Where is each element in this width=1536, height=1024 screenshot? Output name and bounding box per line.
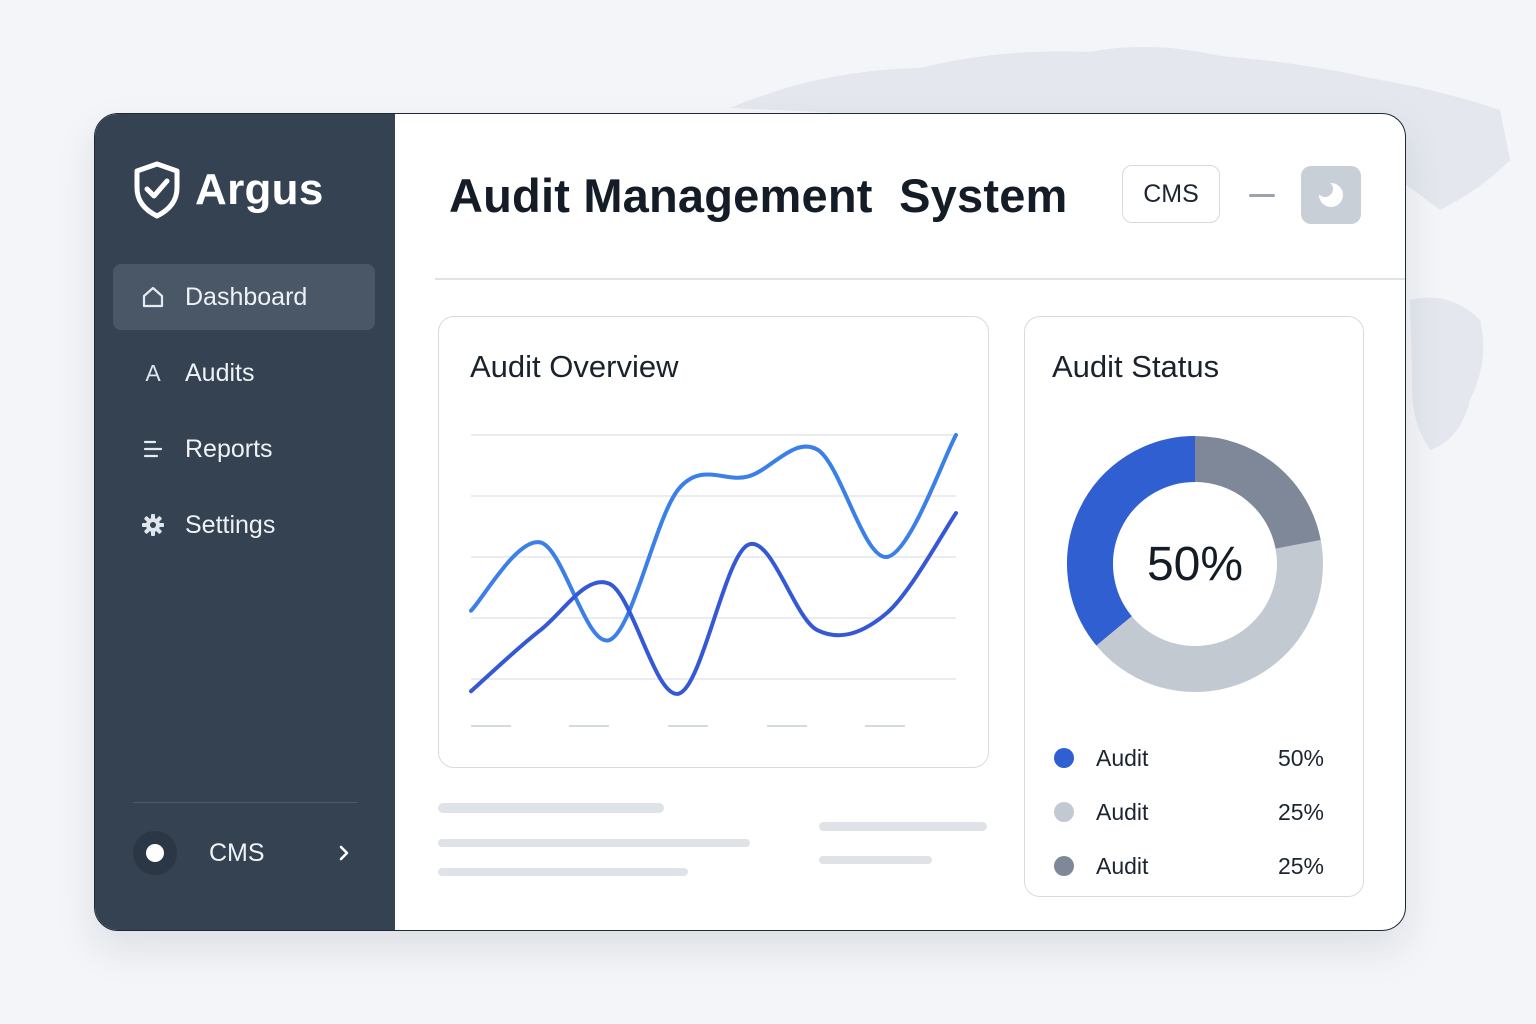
legend-value: 25% bbox=[1277, 798, 1324, 825]
sidebar-divider bbox=[133, 802, 357, 803]
legend-item: Audit 50% bbox=[1054, 731, 1324, 785]
sidebar-item-label: Settings bbox=[185, 510, 276, 539]
legend-item: Audit 25% bbox=[1054, 839, 1324, 893]
app-window: Argus Dashboard A Audits Reports Setting… bbox=[94, 113, 1406, 931]
audit-overview-line-chart bbox=[469, 433, 958, 727]
sidebar-item-reports[interactable]: Reports bbox=[113, 416, 375, 482]
sidebar-item-label: Dashboard bbox=[185, 282, 308, 311]
audit-status-card: Audit Status 50% Audit 50% Audit 25% Aud… bbox=[1024, 316, 1364, 897]
sidebar-item-dashboard[interactable]: Dashboard bbox=[113, 264, 375, 330]
placeholder-line bbox=[438, 839, 750, 847]
audit-status-title: Audit Status bbox=[1052, 349, 1220, 384]
sidebar: Argus Dashboard A Audits Reports Setting… bbox=[95, 114, 395, 930]
brand: Argus bbox=[133, 158, 324, 222]
legend-label: Audit bbox=[1096, 798, 1149, 825]
donut-segment bbox=[1194, 436, 1321, 550]
placeholder-line bbox=[438, 803, 664, 813]
sidebar-nav: Dashboard A Audits Reports Settings bbox=[113, 264, 375, 568]
legend-label: Audit bbox=[1096, 744, 1149, 771]
donut-center-label: 50% bbox=[1147, 538, 1243, 591]
gear-icon bbox=[141, 513, 165, 537]
legend-swatch bbox=[1054, 748, 1074, 768]
legend-item: Audit 25% bbox=[1054, 785, 1324, 839]
legend-swatch bbox=[1054, 802, 1074, 822]
sidebar-item-audits[interactable]: A Audits bbox=[113, 340, 375, 406]
header-divider bbox=[435, 278, 1405, 280]
audit-overview-card: Audit Overview bbox=[438, 316, 989, 768]
page-title: Audit Management System bbox=[449, 169, 1068, 222]
audits-letter-icon: A bbox=[141, 359, 165, 386]
list-icon bbox=[141, 437, 165, 461]
shield-check-icon bbox=[134, 161, 180, 219]
moon-icon bbox=[1317, 181, 1343, 207]
cms-switcher[interactable]: CMS bbox=[133, 830, 357, 876]
placeholder-line bbox=[819, 822, 987, 831]
placeholder-line bbox=[819, 856, 932, 864]
series-line bbox=[469, 511, 958, 696]
main-content: Audit Management System CMS Audit Overvi… bbox=[395, 114, 1405, 930]
cms-chip-button[interactable]: CMS bbox=[1122, 165, 1220, 223]
legend-swatch bbox=[1054, 856, 1074, 876]
status-legend: Audit 50% Audit 25% Audit 25% bbox=[1054, 731, 1324, 893]
audits-icon-glyph: A bbox=[145, 359, 161, 386]
brand-name: Argus bbox=[195, 165, 324, 214]
status-dot-icon bbox=[133, 831, 177, 875]
placeholder-line bbox=[438, 868, 688, 876]
sidebar-item-settings[interactable]: Settings bbox=[113, 492, 375, 558]
series-line bbox=[469, 433, 958, 643]
home-icon bbox=[141, 285, 165, 309]
sidebar-item-label: Reports bbox=[185, 434, 273, 463]
legend-value: 50% bbox=[1277, 744, 1324, 771]
minimize-icon[interactable] bbox=[1249, 194, 1275, 197]
sidebar-item-label: Audits bbox=[185, 358, 255, 387]
legend-label: Audit bbox=[1096, 852, 1149, 879]
audit-status-donut-chart: 50% bbox=[1067, 436, 1323, 692]
cms-switcher-label: CMS bbox=[209, 838, 265, 867]
chevron-right-icon bbox=[335, 844, 353, 862]
theme-toggle-button[interactable] bbox=[1301, 166, 1361, 224]
legend-value: 25% bbox=[1277, 852, 1324, 879]
